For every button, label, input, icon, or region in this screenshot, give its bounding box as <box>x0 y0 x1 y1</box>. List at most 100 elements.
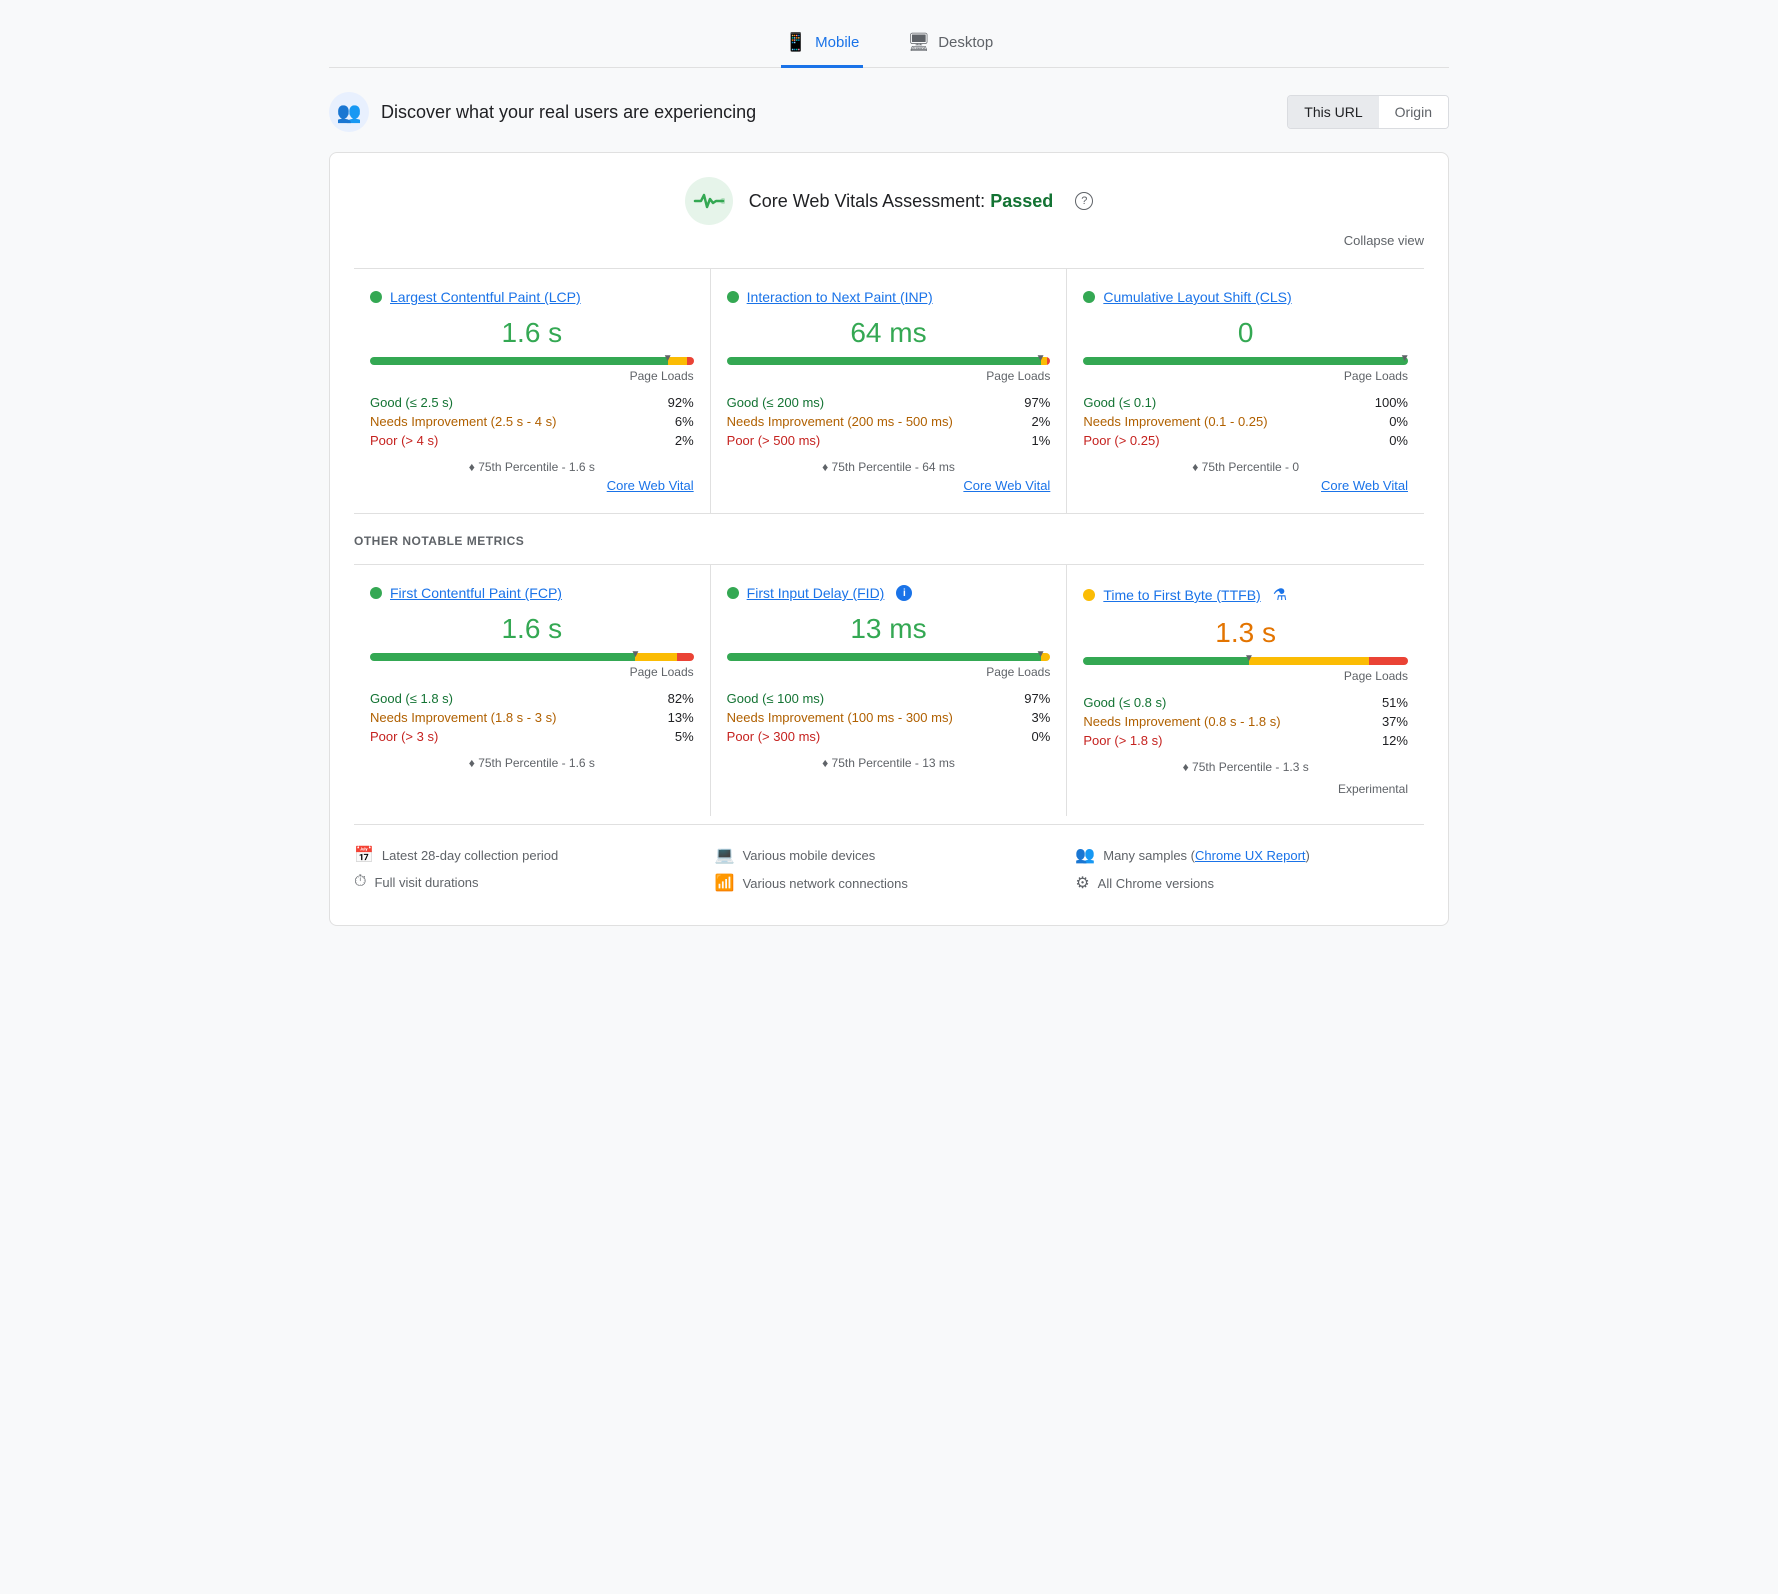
chrome-ux-report-link[interactable]: Chrome UX Report <box>1195 848 1306 863</box>
collapse-view-button[interactable]: Collapse view <box>354 233 1424 248</box>
cls-title-link[interactable]: Cumulative Layout Shift (CLS) <box>1103 289 1291 305</box>
cls-title-row: Cumulative Layout Shift (CLS) <box>1083 289 1408 305</box>
ttfb-status-dot <box>1083 589 1095 601</box>
origin-button[interactable]: Origin <box>1379 96 1448 128</box>
footer-samples-text: Many samples (Chrome UX Report) <box>1103 848 1310 863</box>
lcp-stat-ni: Needs Improvement (2.5 s - 4 s) 6% <box>370 414 694 429</box>
inp-progress: ▼ <box>727 357 1051 365</box>
footer-collection-period: 📅 Latest 28-day collection period <box>354 845 703 865</box>
lcp-stat-poor: Poor (> 4 s) 2% <box>370 433 694 448</box>
lcp-title-link[interactable]: Largest Contentful Paint (LCP) <box>390 289 581 305</box>
footer-col2: 💻 Various mobile devices 📶 Various netwo… <box>715 845 1064 901</box>
footer-col1: 📅 Latest 28-day collection period ⏱ Full… <box>354 845 703 901</box>
lcp-progress: ▼ <box>370 357 694 365</box>
footer-grid: 📅 Latest 28-day collection period ⏱ Full… <box>354 845 1424 901</box>
fid-metric: First Input Delay (FID) i 13 ms ▼ Page L… <box>711 565 1068 816</box>
timer-icon: ⏱ <box>354 873 366 891</box>
footer-chrome-text: All Chrome versions <box>1098 876 1214 891</box>
fcp-percentile: ♦ 75th Percentile - 1.6 s <box>370 756 694 770</box>
fid-bar-green <box>727 653 1041 661</box>
tab-bar: 📱 Mobile 🖥 Desktop <box>329 20 1449 68</box>
ttfb-marker: ▼ <box>1244 653 1254 664</box>
tab-desktop[interactable]: 🖥 Desktop <box>903 20 997 68</box>
ttfb-experimental-label: Experimental <box>1083 778 1408 796</box>
fcp-value: 1.6 s <box>370 613 694 645</box>
ttfb-stat-good: Good (≤ 0.8 s) 51% <box>1083 695 1408 710</box>
people-icon: 👥 <box>1075 845 1095 865</box>
fid-stat-poor: Poor (> 300 ms) 0% <box>727 729 1051 744</box>
help-icon[interactable]: ? <box>1075 192 1093 210</box>
footer-chrome-versions: ⚙ All Chrome versions <box>1075 873 1424 893</box>
inp-stat-poor: Poor (> 500 ms) 1% <box>727 433 1051 448</box>
cls-stat-ni: Needs Improvement (0.1 - 0.25) 0% <box>1083 414 1408 429</box>
fid-percentile: ♦ 75th Percentile - 13 ms <box>727 756 1051 770</box>
devices-icon: 💻 <box>715 845 735 865</box>
inp-title-row: Interaction to Next Paint (INP) <box>727 289 1051 305</box>
fid-marker: ▼ <box>1036 649 1046 660</box>
lcp-marker: ▼ <box>663 353 673 364</box>
other-metrics-header: OTHER NOTABLE METRICS <box>354 513 1424 564</box>
fid-title-row: First Input Delay (FID) i <box>727 585 1051 601</box>
footer-samples: 👥 Many samples (Chrome UX Report) <box>1075 845 1424 865</box>
ttfb-metric: Time to First Byte (TTFB) ⚗ 1.3 s ▼ Page… <box>1067 565 1424 816</box>
assessment-status: Passed <box>990 191 1053 211</box>
inp-title-link[interactable]: Interaction to Next Paint (INP) <box>747 289 933 305</box>
fcp-bar-orange <box>635 653 677 661</box>
footer-visit-durations: ⏱ Full visit durations <box>354 873 703 891</box>
footer-section: 📅 Latest 28-day collection period ⏱ Full… <box>354 824 1424 901</box>
cls-value: 0 <box>1083 317 1408 349</box>
footer-collection-text: Latest 28-day collection period <box>382 848 558 863</box>
cls-progress: ▼ <box>1083 357 1408 365</box>
pulse-icon <box>685 177 733 225</box>
lcp-percentile: ♦ 75th Percentile - 1.6 s <box>370 460 694 474</box>
ttfb-title-row: Time to First Byte (TTFB) ⚗ <box>1083 585 1408 605</box>
lcp-value: 1.6 s <box>370 317 694 349</box>
fcp-stat-good: Good (≤ 1.8 s) 82% <box>370 691 694 706</box>
inp-stat-ni: Needs Improvement (200 ms - 500 ms) 2% <box>727 414 1051 429</box>
ttfb-title-link[interactable]: Time to First Byte (TTFB) <box>1103 587 1260 603</box>
lcp-bar-green <box>370 357 668 365</box>
ttfb-bar-green <box>1083 657 1249 665</box>
footer-network: 📶 Various network connections <box>715 873 1064 893</box>
footer-devices-text: Various mobile devices <box>743 848 876 863</box>
ttfb-page-loads: Page Loads <box>1083 669 1408 683</box>
inp-marker: ▼ <box>1036 353 1046 364</box>
wifi-icon: 📶 <box>715 873 735 893</box>
fcp-progress: ▼ <box>370 653 694 661</box>
lcp-status-dot <box>370 291 382 303</box>
fid-info-icon[interactable]: i <box>896 585 912 601</box>
fcp-bar-red <box>677 653 693 661</box>
inp-page-loads: Page Loads <box>727 369 1051 383</box>
assessment-header: Core Web Vitals Assessment: Passed ? <box>354 177 1424 225</box>
fcp-stat-poor: Poor (> 3 s) 5% <box>370 729 694 744</box>
ttfb-flask-icon: ⚗ <box>1273 585 1287 605</box>
lcp-metric: Largest Contentful Paint (LCP) 1.6 s ▼ P… <box>354 269 711 513</box>
fcp-marker: ▼ <box>630 649 640 660</box>
lcp-cwv-link[interactable]: Core Web Vital <box>370 478 694 493</box>
header-row: 👥 Discover what your real users are expe… <box>329 92 1449 132</box>
fid-title-link[interactable]: First Input Delay (FID) <box>747 585 885 601</box>
cls-cwv-link[interactable]: Core Web Vital <box>1083 478 1408 493</box>
cls-status-dot <box>1083 291 1095 303</box>
cls-metric: Cumulative Layout Shift (CLS) 0 ▼ Page L… <box>1067 269 1424 513</box>
tab-desktop-label: Desktop <box>938 34 993 51</box>
tab-mobile[interactable]: 📱 Mobile <box>781 20 864 68</box>
inp-bar-green <box>727 357 1041 365</box>
fcp-title-link[interactable]: First Contentful Paint (FCP) <box>390 585 562 601</box>
assessment-title: Core Web Vitals Assessment: Passed <box>749 191 1054 212</box>
fid-status-dot <box>727 587 739 599</box>
footer-col3: 👥 Many samples (Chrome UX Report) ⚙ All … <box>1075 845 1424 901</box>
main-card: Core Web Vitals Assessment: Passed ? Col… <box>329 152 1449 926</box>
footer-mobile-devices: 💻 Various mobile devices <box>715 845 1064 865</box>
fcp-status-dot <box>370 587 382 599</box>
this-url-button[interactable]: This URL <box>1288 96 1378 128</box>
inp-cwv-link[interactable]: Core Web Vital <box>727 478 1051 493</box>
fid-page-loads: Page Loads <box>727 665 1051 679</box>
calendar-icon: 📅 <box>354 845 374 865</box>
chrome-icon: ⚙ <box>1075 873 1089 893</box>
cls-marker: ▼ <box>1400 353 1410 364</box>
cls-stat-good: Good (≤ 0.1) 100% <box>1083 395 1408 410</box>
avatar: 👥 <box>329 92 369 132</box>
core-metrics-grid: Largest Contentful Paint (LCP) 1.6 s ▼ P… <box>354 268 1424 513</box>
mobile-icon: 📱 <box>785 32 807 53</box>
